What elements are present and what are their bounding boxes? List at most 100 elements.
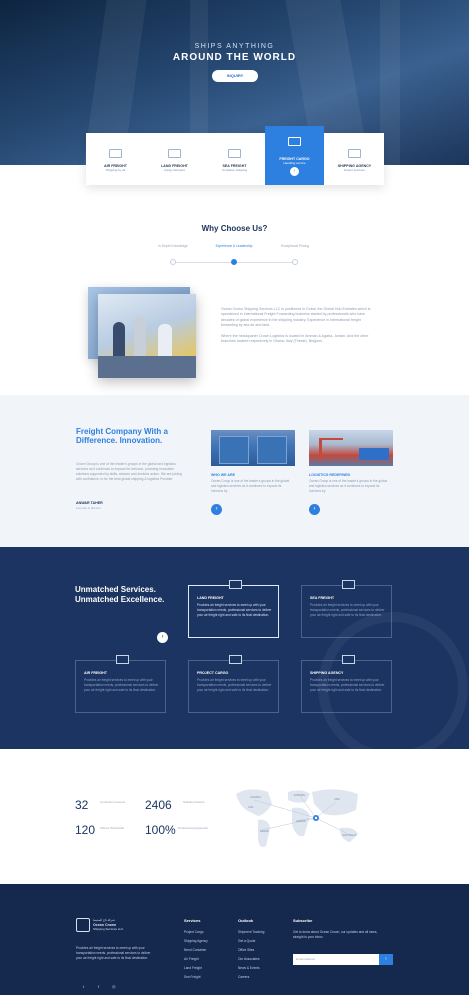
- service-text: Provides air freight services to meet up…: [310, 678, 385, 692]
- port-photo: [309, 430, 393, 466]
- cargo-icon: [288, 137, 301, 146]
- service-card-cargo[interactable]: FREIGHT CARGO Handling service ›: [265, 126, 324, 185]
- footer-link[interactable]: Land Freight: [184, 966, 202, 970]
- footer-link[interactable]: Get a Quote: [238, 939, 255, 943]
- footer-link[interactable]: News & Events: [238, 966, 260, 970]
- timeline-node[interactable]: [292, 259, 298, 265]
- card-sub: Handling service: [283, 161, 306, 165]
- service-card-sea[interactable]: SEA FREIGHT Container shipping: [205, 133, 264, 185]
- services-arrow-button[interactable]: ›: [157, 632, 168, 643]
- service-title: AIR FREIGHT: [84, 671, 107, 675]
- office-photo: [98, 294, 196, 378]
- timeline-step-knowledge[interactable]: In Depth Knowledge: [153, 244, 193, 248]
- agency-icon: [348, 149, 361, 158]
- inquiry-button[interactable]: INQUIRY: [212, 70, 258, 82]
- service-title: LAND FREIGHT: [197, 596, 224, 600]
- footer: [0, 884, 469, 995]
- footer-link[interactable]: Air Freight: [184, 957, 199, 961]
- twitter-icon[interactable]: t: [83, 984, 84, 989]
- service-text: Provides air freight services to meet up…: [197, 678, 272, 692]
- logistics-button[interactable]: ›: [309, 504, 320, 515]
- service-card-land[interactable]: LAND FREIGHT Cargo transport: [145, 133, 204, 185]
- services-heading: Services: [184, 918, 201, 923]
- timeline-step-pricing[interactable]: Exceptional Pricing: [275, 244, 315, 248]
- service-shipping-agency[interactable]: SHIPPING AGENCY Provides air freight ser…: [301, 655, 392, 713]
- timeline-node-active[interactable]: [231, 259, 237, 265]
- footer-link[interactable]: Shipping Agency: [184, 939, 208, 943]
- card-sub: Shipping by air: [105, 168, 126, 172]
- founder-name: ANWAR TAHER: [76, 501, 103, 505]
- who-we-are-title: WHO WE ARE: [211, 473, 236, 477]
- outlook-heading: Outlook: [238, 918, 254, 923]
- freight-title: Freight Company With a Difference. Innov…: [76, 427, 168, 445]
- service-text: Provides air freight services to meet up…: [197, 603, 272, 617]
- map-label: EUROPE: [294, 793, 305, 797]
- airplane-icon: [116, 655, 129, 664]
- airplane-icon: [109, 149, 122, 158]
- card-sub: Expert services: [344, 168, 365, 172]
- logistics-text: Ocean Group is one of the leader's group…: [309, 479, 388, 493]
- facebook-icon[interactable]: f: [98, 984, 99, 989]
- map-label: USA: [248, 805, 254, 809]
- founder-role: Founder & director: [76, 506, 101, 510]
- service-land-freight[interactable]: LAND FREIGHT Provides air freight servic…: [188, 580, 279, 638]
- stat-label: Satisfied Clients: [183, 800, 205, 804]
- subscribe-text: Get to know about Ocean Crown, our updat…: [293, 930, 378, 939]
- map-label: AFRICA: [296, 819, 306, 823]
- hero-subtitle: SHIPS ANYTHING: [194, 43, 275, 50]
- card-sub: Cargo transport: [164, 168, 185, 172]
- service-text: Provides air freight services to meet up…: [310, 603, 385, 617]
- footer-link[interactable]: Shipment Tracking: [238, 930, 264, 934]
- map-label: AUSTRALIA: [342, 833, 357, 837]
- service-card-air[interactable]: AIR FREIGHT Shipping by air: [86, 133, 145, 185]
- brand-tagline: Shipping Services LLC: [93, 926, 124, 931]
- truck-icon: [229, 580, 242, 589]
- stat-value: 32: [75, 798, 89, 812]
- footer-link[interactable]: Sea Freight: [184, 975, 200, 979]
- freight-section: [0, 395, 469, 547]
- who-we-are-button[interactable]: ›: [211, 504, 222, 515]
- ship-icon: [228, 149, 241, 158]
- map-label: ASIA: [334, 797, 340, 801]
- instagram-icon[interactable]: ◎: [112, 984, 116, 989]
- truck-icon: [168, 149, 181, 158]
- service-sea-freight[interactable]: SEA FREIGHT Provides air freight service…: [301, 580, 392, 638]
- freight-body: Crown Group is one of the leader's group…: [76, 462, 182, 481]
- email-input[interactable]: Email address: [293, 954, 379, 965]
- footer-link[interactable]: Our Associates: [238, 957, 259, 961]
- services-title: Unmatched Services. Unmatched Excellence…: [75, 585, 165, 604]
- container-photo: [211, 430, 295, 466]
- footer-link[interactable]: Project Cargo: [184, 930, 204, 934]
- service-title: SEA FREIGHT: [310, 596, 335, 600]
- subscribe-button[interactable]: ›: [379, 954, 393, 965]
- card-sub: Container shipping: [221, 168, 248, 172]
- footer-link[interactable]: Office Sites: [238, 948, 254, 952]
- stat-value: 2406: [145, 798, 172, 812]
- subscribe-heading: Subscribe: [293, 918, 313, 923]
- map-label: CANADA: [250, 795, 261, 799]
- stat-label: Professional Approach: [178, 826, 209, 830]
- ship-icon: [342, 580, 355, 589]
- map-label: BRAZIL: [260, 829, 270, 833]
- who-we-are-text: Ocean Group is one of the leader's group…: [211, 479, 290, 493]
- why-text: Ocean Crown Shipping Services LLC is pos…: [221, 307, 373, 349]
- service-title: PROJECT CARGO: [197, 671, 229, 675]
- stat-value: 120: [75, 823, 96, 837]
- truck-icon: [229, 655, 242, 664]
- service-title: SHIPPING AGENCY: [310, 671, 344, 675]
- why-paragraph: Where the headquarter Crown Logistics is…: [221, 333, 369, 343]
- why-paragraph: Ocean Crown Shipping Services LLC is pos…: [221, 307, 371, 328]
- service-text: Provides air freight services to meet up…: [84, 678, 159, 692]
- stat-value: 100%: [145, 823, 176, 837]
- service-cards: AIR FREIGHT Shipping by air LAND FREIGHT…: [86, 126, 384, 185]
- timeline-node[interactable]: [170, 259, 176, 265]
- card-arrow-button[interactable]: ›: [290, 167, 299, 176]
- service-air-freight[interactable]: AIR FREIGHT Provides air freight service…: [75, 655, 166, 713]
- world-map: CANADA EUROPE USA AFRICA ASIA BRAZIL AUS…: [236, 789, 358, 848]
- timeline-step-experience[interactable]: Experience & Leadership: [214, 244, 254, 248]
- footer-link[interactable]: Need Container: [184, 948, 206, 952]
- service-card-agency[interactable]: SHIPPING AGENCY Expert services: [325, 133, 384, 185]
- service-project-cargo[interactable]: PROJECT CARGO Provides air freight servi…: [188, 655, 279, 713]
- stat-label: Offices Worldwide: [100, 826, 125, 830]
- footer-link[interactable]: Careers: [238, 975, 249, 979]
